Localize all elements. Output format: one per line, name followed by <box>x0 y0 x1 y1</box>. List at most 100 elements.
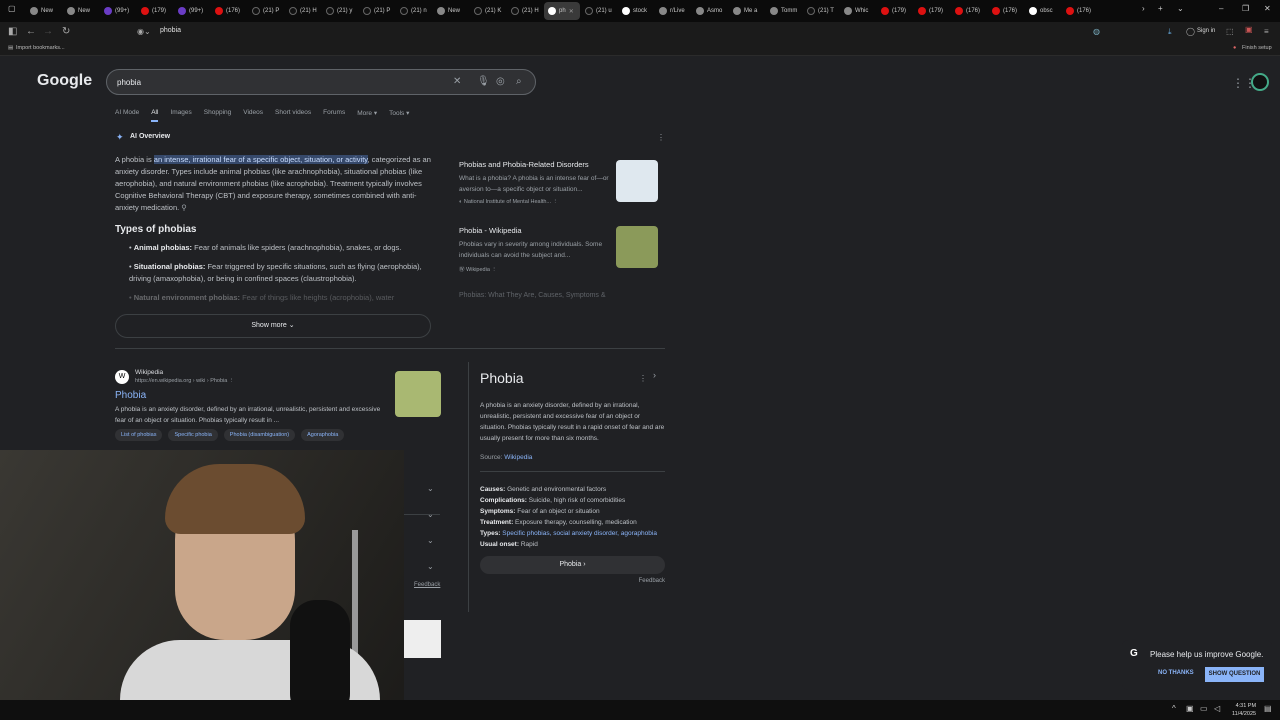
forward-icon[interactable]: → <box>43 26 53 37</box>
tab-all[interactable]: All <box>151 109 159 122</box>
browser-tab[interactable]: (176) <box>951 2 987 20</box>
clear-icon[interactable]: ✕ <box>453 76 461 87</box>
new-tab-icon[interactable]: + <box>1158 4 1163 13</box>
browser-tab[interactable]: (21) u <box>581 2 617 20</box>
show-question-button[interactable]: SHOW QUESTION <box>1205 667 1264 682</box>
reload-icon[interactable]: ↻ <box>62 26 70 37</box>
google-logo[interactable]: Google <box>37 72 92 90</box>
tab-tools[interactable]: Tools ▾ <box>389 109 409 122</box>
import-bookmarks-link[interactable]: Import bookmarks... <box>16 45 65 51</box>
tab-search-icon[interactable]: ▢ <box>8 4 16 13</box>
menu-icon[interactable]: ≡ <box>1264 27 1269 36</box>
source-thumbnail[interactable] <box>616 226 658 268</box>
browser-tab[interactable]: ph ✕ <box>544 2 580 20</box>
extensions-icon[interactable]: ⬚ <box>1226 27 1234 36</box>
show-more-button[interactable]: Show more ⌄ <box>115 314 431 338</box>
browser-tab[interactable]: (179) <box>137 2 173 20</box>
import-bookmarks-icon[interactable]: ▤ <box>8 45 13 51</box>
network-icon[interactable]: ▭ <box>1200 704 1208 713</box>
browser-tab[interactable]: Tomm <box>766 2 802 20</box>
kp-next-icon[interactable]: › <box>653 370 656 380</box>
back-icon[interactable]: ← <box>26 26 36 37</box>
chip[interactable]: Phobia (disambiguation) <box>223 429 296 441</box>
chevron-down-icon[interactable]: ⌄ <box>427 562 434 571</box>
kp-feedback-link[interactable]: Feedback <box>480 578 665 584</box>
clock[interactable]: 4:31 PM 11/4/2025 <box>1232 702 1256 718</box>
result-site[interactable]: Wikipedia <box>135 369 163 376</box>
extension-badge-icon[interactable]: ▣ <box>1245 25 1253 34</box>
search-input[interactable]: phobia <box>117 78 141 87</box>
browser-tab[interactable]: (21) y <box>322 2 358 20</box>
tab-short-videos[interactable]: Short videos <box>275 109 311 122</box>
sidebar-icon[interactable]: ◧ <box>8 26 17 37</box>
link-icon[interactable]: ⚲ <box>181 203 187 212</box>
result-title[interactable]: Phobia <box>115 390 146 401</box>
chip[interactable]: List of phobias <box>115 429 163 441</box>
maximize-icon[interactable]: ❐ <box>1242 4 1249 13</box>
browser-tab[interactable]: (179) <box>877 2 913 20</box>
tab-more[interactable]: More ▾ <box>357 109 377 122</box>
volume-icon[interactable]: ◁ <box>1214 704 1220 713</box>
site-info-icon[interactable]: ◉⌄ <box>137 27 151 36</box>
mic-icon[interactable]: 🎙 <box>477 76 490 87</box>
document-thumbnail[interactable] <box>404 620 441 658</box>
tab-forums[interactable]: Forums <box>323 109 345 122</box>
browser-tab[interactable]: New <box>26 2 62 20</box>
chevron-down-icon[interactable]: ⌄ <box>427 510 434 519</box>
source-thumbnail[interactable] <box>616 160 658 202</box>
browser-tab[interactable]: obsc <box>1025 2 1061 20</box>
browser-tab[interactable]: stock <box>618 2 654 20</box>
search-icon[interactable]: ⌕ <box>516 76 522 87</box>
browser-tab[interactable]: Asmo <box>692 2 728 20</box>
browser-tab[interactable]: (21) n <box>396 2 432 20</box>
browser-tab[interactable]: New <box>433 2 469 20</box>
ai-intro-highlight[interactable]: an intense, irrational fear of a specifi… <box>153 155 368 164</box>
tab-ai-mode[interactable]: AI Mode <box>115 109 139 122</box>
tab-list-icon[interactable]: ⌄ <box>1177 4 1184 13</box>
browser-tab[interactable]: (176) <box>1062 2 1098 20</box>
sign-in-button[interactable]: Sign in <box>1197 28 1215 34</box>
tab-scroll-right-icon[interactable]: › <box>1142 4 1145 13</box>
tab-images[interactable]: Images <box>170 109 191 122</box>
tab-close-icon[interactable]: ✕ <box>569 8 574 15</box>
kp-more-icon[interactable]: ⋮ <box>639 374 647 383</box>
download-icon[interactable]: ⤓ <box>1168 27 1172 37</box>
chip[interactable]: Agoraphobia <box>301 429 345 441</box>
tray-chevron-icon[interactable]: ^ <box>1172 704 1176 713</box>
lens-icon[interactable]: ◎ <box>496 76 505 87</box>
browser-tab[interactable]: (179) <box>914 2 950 20</box>
browser-tab[interactable]: (21) H <box>507 2 543 20</box>
kp-source-link[interactable]: Wikipedia <box>504 454 532 461</box>
ai-overview-more-icon[interactable]: ⋮ <box>657 133 665 142</box>
browser-tab[interactable]: r/Live <box>655 2 691 20</box>
notification-icon[interactable]: ▤ <box>1264 704 1272 713</box>
profile-icon[interactable]: ◯ <box>1186 27 1195 36</box>
browser-tab[interactable]: (176) <box>211 2 247 20</box>
browser-tab[interactable]: (176) <box>988 2 1024 20</box>
browser-tab[interactable]: (21) T <box>803 2 839 20</box>
minimize-icon[interactable]: – <box>1219 4 1223 13</box>
browser-tab[interactable]: (21) K <box>470 2 506 20</box>
tray-app-icon[interactable]: ▣ <box>1186 704 1194 713</box>
tab-videos[interactable]: Videos <box>243 109 263 122</box>
result-thumbnail[interactable] <box>395 371 441 417</box>
tab-shopping[interactable]: Shopping <box>204 109 231 122</box>
browser-tab[interactable]: Whic <box>840 2 876 20</box>
browser-tab[interactable]: New <box>63 2 99 20</box>
browser-tab[interactable]: Me a <box>729 2 765 20</box>
close-window-icon[interactable]: ✕ <box>1264 4 1271 13</box>
no-thanks-button[interactable]: NO THANKS <box>1158 670 1194 676</box>
address-input[interactable]: phobia <box>160 27 181 34</box>
chevron-down-icon[interactable]: ⌄ <box>427 536 434 545</box>
translate-icon[interactable]: ◍ <box>1093 27 1100 36</box>
search-box[interactable]: phobia ✕ 🎙 ◎ ⌕ <box>106 69 536 95</box>
avatar[interactable] <box>1251 73 1269 91</box>
browser-tab[interactable]: (99+) <box>174 2 210 20</box>
feedback-link[interactable]: Feedback <box>414 582 440 588</box>
chevron-down-icon[interactable]: ⌄ <box>427 484 434 493</box>
kp-phobia-button[interactable]: Phobia › <box>480 556 665 574</box>
browser-tab[interactable]: (21) H <box>285 2 321 20</box>
browser-tab[interactable]: (21) P <box>248 2 284 20</box>
chip[interactable]: Specific phobia <box>168 429 218 441</box>
result-url[interactable]: https://en.wikipedia.org › wiki › Phobia… <box>135 378 234 384</box>
